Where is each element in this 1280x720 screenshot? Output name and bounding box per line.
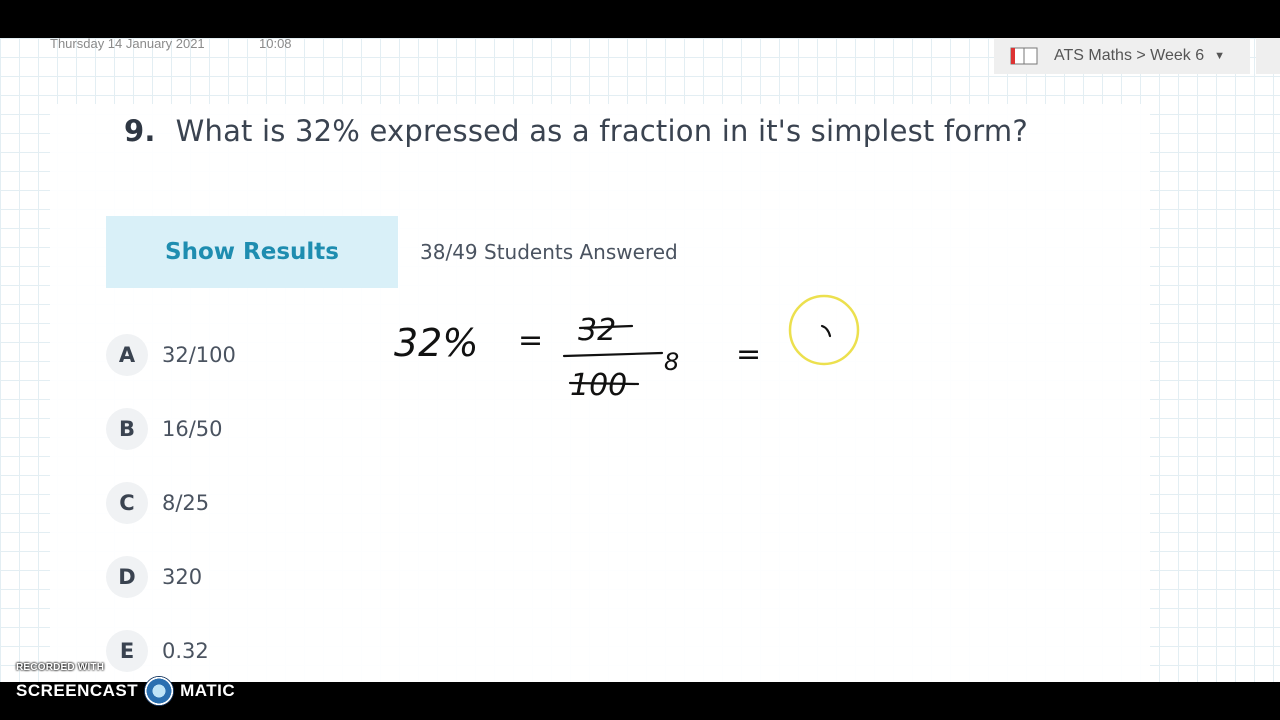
pen-cursor-highlight [788, 294, 860, 366]
page-date: Thursday 14 January 2021 [50, 38, 205, 51]
notebook-path: ATS Maths > Week 6 [1054, 47, 1205, 64]
option-d[interactable]: D 320 [106, 556, 202, 598]
ink-equals-1: = [518, 323, 543, 358]
screencast-logo-icon [144, 676, 175, 706]
option-text: 320 [162, 565, 203, 589]
option-letter: C [106, 482, 148, 524]
option-b[interactable]: B 16/50 [106, 408, 223, 450]
watermark-right: MATIC [180, 681, 236, 700]
option-letter: E [106, 630, 148, 672]
notebook-side-button[interactable] [1256, 38, 1280, 74]
option-letter: B [106, 408, 148, 450]
page-time: 10:08 [259, 38, 292, 51]
chevron-down-icon[interactable]: ▼ [1214, 50, 1225, 62]
option-text: 0.32 [162, 639, 209, 663]
watermark-left: SCREENCAST [16, 681, 139, 700]
ink-equals-2: = [736, 337, 761, 372]
question-title: 9. What is 32% expressed as a fraction in… [124, 114, 1028, 148]
notebook-icon [1010, 46, 1038, 66]
option-text: 8/25 [162, 491, 210, 515]
onenote-canvas[interactable]: Thursday 14 January 2021 10:08 ATS Maths… [0, 38, 1280, 682]
ink-reduced-denominator: 25 [662, 406, 693, 408]
handwritten-working: 32% = 32 100 8 25 = [394, 294, 860, 408]
ink-percent: 32% [394, 321, 478, 365]
students-answered-count: 38/49 Students Answered [420, 240, 678, 264]
option-text: 32/100 [162, 343, 236, 367]
ink-strike-denominator [568, 381, 640, 386]
screencast-watermark: SCREENCAST MATIC [16, 676, 236, 706]
question-number: 9. [124, 114, 156, 148]
ink-denominator: 100 [570, 368, 627, 403]
option-a[interactable]: A 32/100 [106, 334, 236, 376]
show-results-button[interactable]: Show Results [106, 216, 398, 288]
ink-reduced-numerator: 8 [664, 348, 679, 376]
option-c[interactable]: C 8/25 [106, 482, 209, 524]
notebook-breadcrumb[interactable]: ATS Maths > Week 6 ▼ [994, 38, 1250, 74]
option-e[interactable]: E 0.32 [106, 630, 209, 672]
option-letter: D [106, 556, 148, 598]
option-letter: A [106, 334, 148, 376]
recorded-with-label: RECORDED WITH [16, 662, 105, 673]
question-text: What is 32% expressed as a fraction in i… [175, 114, 1028, 148]
top-black-bar [0, 0, 1280, 38]
ink-numerator: 32 [578, 313, 616, 348]
ink-fraction-bar [562, 351, 664, 358]
option-text: 16/50 [162, 417, 223, 441]
